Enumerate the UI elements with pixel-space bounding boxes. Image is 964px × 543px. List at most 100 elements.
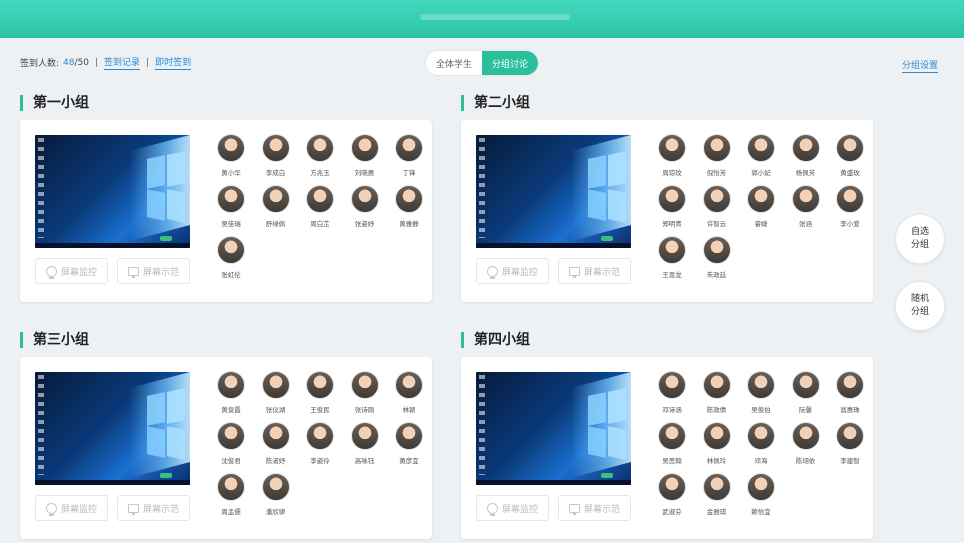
- member-item[interactable]: 张虹伦: [209, 236, 253, 284]
- toggle-group-discussion[interactable]: 分组讨论: [482, 51, 538, 75]
- screen-demo-button[interactable]: 屏幕示范: [558, 258, 631, 284]
- member-item[interactable]: 杨佩芳: [784, 134, 828, 182]
- member-item[interactable]: 吴佳瑞: [209, 185, 253, 233]
- member-item[interactable]: 刘晓惠: [343, 134, 387, 182]
- member-item[interactable]: 郑明青: [650, 185, 694, 233]
- member-item[interactable]: 沈俊君: [209, 422, 253, 470]
- member-item[interactable]: 高咏钰: [343, 422, 387, 470]
- screen-taskbar: [35, 480, 190, 485]
- member-item[interactable]: 黄彦宜: [387, 422, 431, 470]
- member-name: 周白芷: [310, 220, 330, 228]
- member-item[interactable]: 潘欣律: [254, 473, 298, 521]
- group-card: 屏幕监控 屏幕示范 黄竟霞 张仪湖 王俊民 张诗刚 林颖 沈俊君 陈淑妤 李姿伶…: [20, 357, 432, 539]
- member-item[interactable]: 黄竟霞: [209, 371, 253, 419]
- wallpaper-pane: [167, 151, 185, 187]
- wallpaper-pane: [608, 151, 626, 187]
- group-title: 第三小组: [20, 332, 89, 348]
- member-item[interactable]: 金雅琪: [695, 473, 739, 521]
- member-item[interactable]: 李小爱: [828, 185, 872, 233]
- member-item[interactable]: 舒绿佩: [254, 185, 298, 233]
- screen-preview[interactable]: [35, 372, 190, 485]
- member-item[interactable]: 李成白: [254, 134, 298, 182]
- member-item[interactable]: 丁锋: [387, 134, 431, 182]
- wallpaper-pane: [608, 189, 626, 223]
- screen-demo-button[interactable]: 屏幕示范: [558, 495, 631, 521]
- member-name: 王恩龙: [662, 271, 682, 279]
- member-name: 丁锋: [402, 169, 416, 177]
- member-name: 舒绿佩: [265, 220, 286, 228]
- member-item[interactable]: 阮馨: [784, 371, 828, 419]
- member-item[interactable]: 林颖: [387, 371, 431, 419]
- toggle-all-students[interactable]: 全体学生: [426, 51, 482, 75]
- member-item[interactable]: 陈政倩: [695, 371, 739, 419]
- member-item[interactable]: 林佩玲: [695, 422, 739, 470]
- member-item[interactable]: 黄雅静: [387, 185, 431, 233]
- member-item[interactable]: 方兆玉: [298, 134, 342, 182]
- member-item[interactable]: 张仪湖: [254, 371, 298, 419]
- screen-monitor-button[interactable]: 屏幕监控: [476, 258, 549, 284]
- member-item[interactable]: 黄小华: [209, 134, 253, 182]
- avatar: [217, 473, 245, 501]
- member-item[interactable]: 武淑芬: [650, 473, 694, 521]
- member-item[interactable]: 赖怡宜: [739, 473, 783, 521]
- avatar: [217, 371, 245, 399]
- member-name: 高咏钰: [354, 457, 375, 465]
- member-item[interactable]: 吴俊伯: [739, 371, 783, 419]
- screen-demo-button[interactable]: 屏幕示范: [117, 495, 190, 521]
- member-item[interactable]: 陈淑妤: [254, 422, 298, 470]
- member-name: 黄盛玫: [840, 169, 860, 177]
- avatar: [702, 185, 731, 213]
- member-item[interactable]: 李姿伶: [298, 422, 342, 470]
- avatar: [350, 371, 379, 399]
- member-item[interactable]: 许智云: [695, 185, 739, 233]
- random-group-button[interactable]: 随机 分组: [895, 281, 945, 331]
- member-item[interactable]: 王俊民: [298, 371, 342, 419]
- screen-monitor-label: 屏幕监控: [501, 267, 538, 278]
- member-name: 方兆玉: [310, 169, 330, 177]
- wallpaper-pane: [167, 426, 185, 460]
- member-item[interactable]: 周琼玟: [650, 134, 694, 182]
- member-item[interactable]: 邓诗涵: [650, 371, 694, 419]
- member-item[interactable]: 倪怡芳: [695, 134, 739, 182]
- screen-preview[interactable]: [476, 135, 631, 248]
- screen-preview[interactable]: [476, 372, 631, 485]
- member-item[interactable]: 张涵: [784, 185, 828, 233]
- member-item[interactable]: 黄盛玫: [828, 134, 872, 182]
- member-item[interactable]: 王恩龙: [650, 236, 694, 284]
- avatar: [791, 422, 820, 450]
- member-name: 沈俊君: [221, 457, 241, 465]
- self-select-group-button[interactable]: 自选 分组: [895, 214, 945, 264]
- member-item[interactable]: 吴思翰: [650, 422, 694, 470]
- member-name: 吴佳瑞: [221, 220, 241, 228]
- member-item[interactable]: 邓海: [739, 422, 783, 470]
- avatar: [261, 473, 290, 501]
- member-item[interactable]: 张诗刚: [343, 371, 387, 419]
- member-item[interactable]: 睿婕: [739, 185, 783, 233]
- member-name: 倪怡芳: [706, 169, 727, 177]
- member-item[interactable]: 朱政廷: [695, 236, 739, 284]
- avatar: [306, 422, 334, 450]
- screen-preview[interactable]: [35, 135, 190, 248]
- instant-checkin-link[interactable]: 即时签到: [155, 55, 192, 70]
- avatar: [702, 236, 731, 264]
- member-item[interactable]: 陈翊依: [784, 422, 828, 470]
- desktop-icons: [479, 138, 485, 238]
- member-item[interactable]: 周孟儒: [209, 473, 253, 521]
- screen-demo-button[interactable]: 屏幕示范: [117, 258, 190, 284]
- member-item[interactable]: 李建智: [828, 422, 872, 470]
- group-settings-link[interactable]: 分组设置: [902, 58, 939, 73]
- screen-monitor-button[interactable]: 屏幕监控: [35, 258, 108, 284]
- member-item[interactable]: 张姿妤: [343, 185, 387, 233]
- avatar: [261, 371, 290, 399]
- member-name: 金雅琪: [706, 508, 727, 516]
- screen-monitor-button[interactable]: 屏幕监控: [476, 495, 549, 521]
- top-header-bar: [0, 0, 964, 38]
- screen-status-badge: [601, 236, 613, 241]
- member-item[interactable]: 郭小妃: [739, 134, 783, 182]
- wallpaper-pane: [147, 155, 165, 189]
- member-item[interactable]: 翁惠珠: [828, 371, 872, 419]
- avatar: [350, 422, 379, 450]
- screen-monitor-button[interactable]: 屏幕监控: [35, 495, 108, 521]
- member-item[interactable]: 周白芷: [298, 185, 342, 233]
- checkin-record-link[interactable]: 签到记录: [104, 55, 141, 70]
